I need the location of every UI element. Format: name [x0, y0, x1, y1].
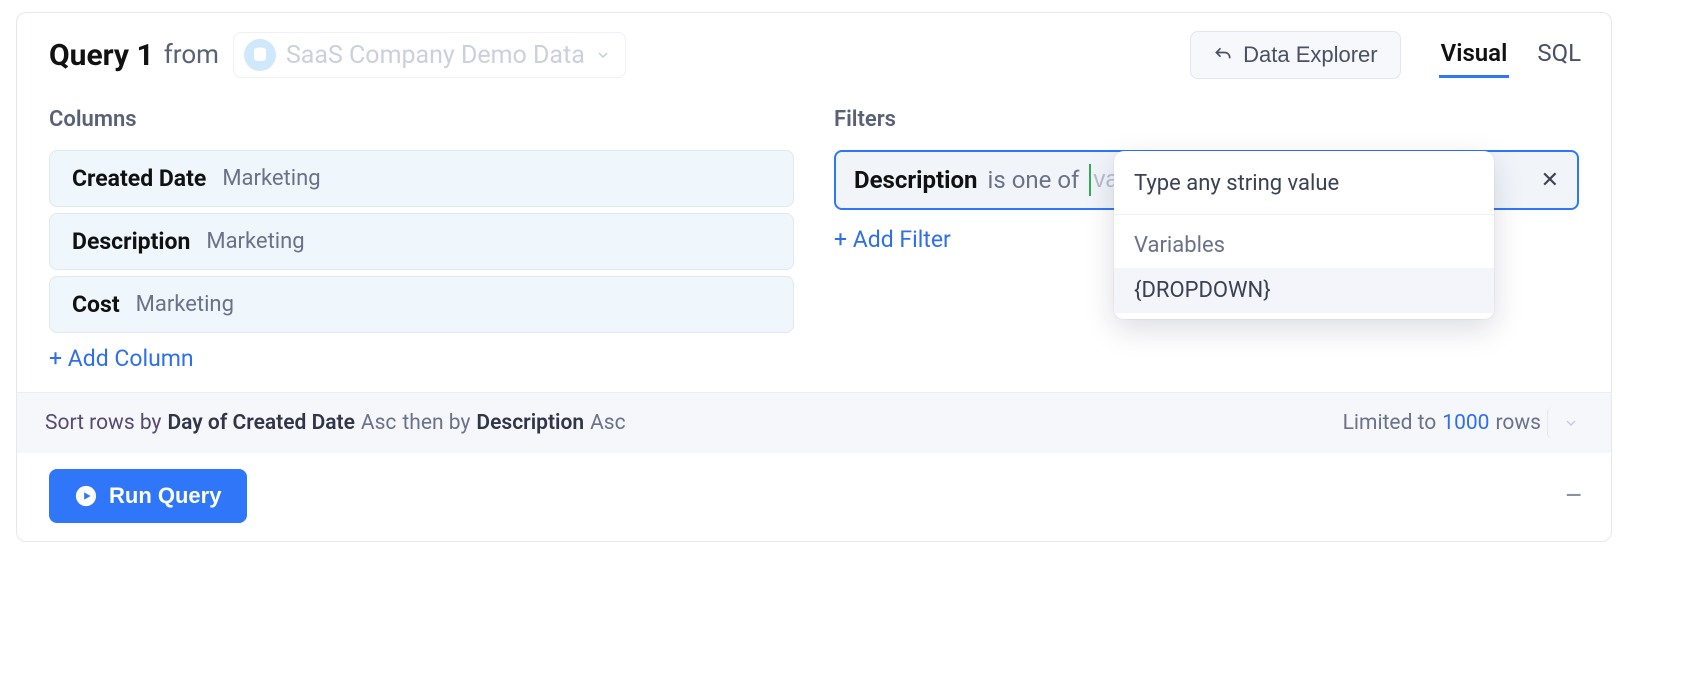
popup-variable-item[interactable]: {DROPDOWN}	[1114, 268, 1494, 313]
sort-secondary: Description	[476, 411, 584, 435]
data-explorer-button[interactable]: Data Explorer	[1190, 31, 1401, 79]
play-icon	[75, 485, 97, 507]
column-name: Created Date	[72, 165, 206, 192]
run-query-label: Run Query	[109, 483, 221, 509]
column-tag: Marketing	[206, 229, 304, 254]
collapse-panel-icon[interactable]: –	[1565, 482, 1583, 510]
columns-section: Columns Created Date Marketing Descripti…	[49, 107, 794, 372]
chevron-down-icon	[1563, 415, 1579, 431]
expand-sort-icon[interactable]	[1547, 407, 1583, 439]
filter-suggestions-popup: Type any string value Variables {DROPDOW…	[1114, 151, 1494, 319]
sort-bar[interactable]: Sort rows by Day of Created Date Asc the…	[17, 392, 1611, 453]
datasource-selector[interactable]: SaaS Company Demo Data	[233, 32, 626, 78]
clear-filter-icon[interactable]: ✕	[1541, 168, 1559, 193]
sort-primary: Day of Created Date	[167, 411, 354, 435]
tab-sql[interactable]: SQL	[1535, 33, 1583, 78]
tab-visual[interactable]: Visual	[1439, 33, 1510, 78]
run-query-button[interactable]: Run Query	[49, 469, 247, 523]
filters-section: Filters Description is one of ✕ + Add Fi…	[834, 107, 1579, 372]
sort-secondary-dir: Asc	[590, 411, 626, 435]
sort-prefix: Sort rows by	[45, 411, 161, 435]
limit-prefix: Limited to	[1343, 411, 1437, 435]
column-name: Cost	[72, 291, 120, 318]
query-header: Query 1 from SaaS Company Demo Data Data…	[17, 13, 1611, 89]
column-name: Description	[72, 228, 190, 255]
datasource-name: SaaS Company Demo Data	[286, 41, 585, 70]
columns-heading: Columns	[49, 107, 794, 132]
filter-operator: is one of	[988, 166, 1080, 194]
filters-heading: Filters	[834, 107, 1579, 132]
column-item[interactable]: Cost Marketing	[49, 276, 794, 333]
column-item[interactable]: Description Marketing	[49, 213, 794, 270]
column-tag: Marketing	[136, 292, 234, 317]
filter-field: Description	[854, 166, 978, 194]
from-label: from	[164, 40, 219, 70]
add-column-button[interactable]: + Add Column	[49, 345, 794, 372]
undo-icon	[1213, 45, 1233, 65]
popup-input-hint[interactable]: Type any string value	[1114, 161, 1494, 206]
limit-suffix: rows	[1495, 411, 1541, 435]
limit-value[interactable]: 1000	[1442, 411, 1489, 435]
query-title[interactable]: Query 1	[49, 38, 154, 73]
column-item[interactable]: Created Date Marketing	[49, 150, 794, 207]
column-tag: Marketing	[222, 166, 320, 191]
divider	[1114, 214, 1494, 215]
sort-then: then by	[402, 411, 470, 435]
editor-tabs: Visual SQL	[1439, 33, 1583, 78]
popup-variables-label: Variables	[1114, 223, 1494, 268]
query-panel: Query 1 from SaaS Company Demo Data Data…	[16, 12, 1612, 542]
data-explorer-label: Data Explorer	[1243, 42, 1378, 68]
database-icon	[244, 39, 276, 71]
run-row: Run Query –	[17, 453, 1611, 541]
chevron-down-icon	[595, 47, 611, 63]
sort-primary-dir: Asc	[361, 411, 397, 435]
query-body: Columns Created Date Marketing Descripti…	[17, 89, 1611, 392]
